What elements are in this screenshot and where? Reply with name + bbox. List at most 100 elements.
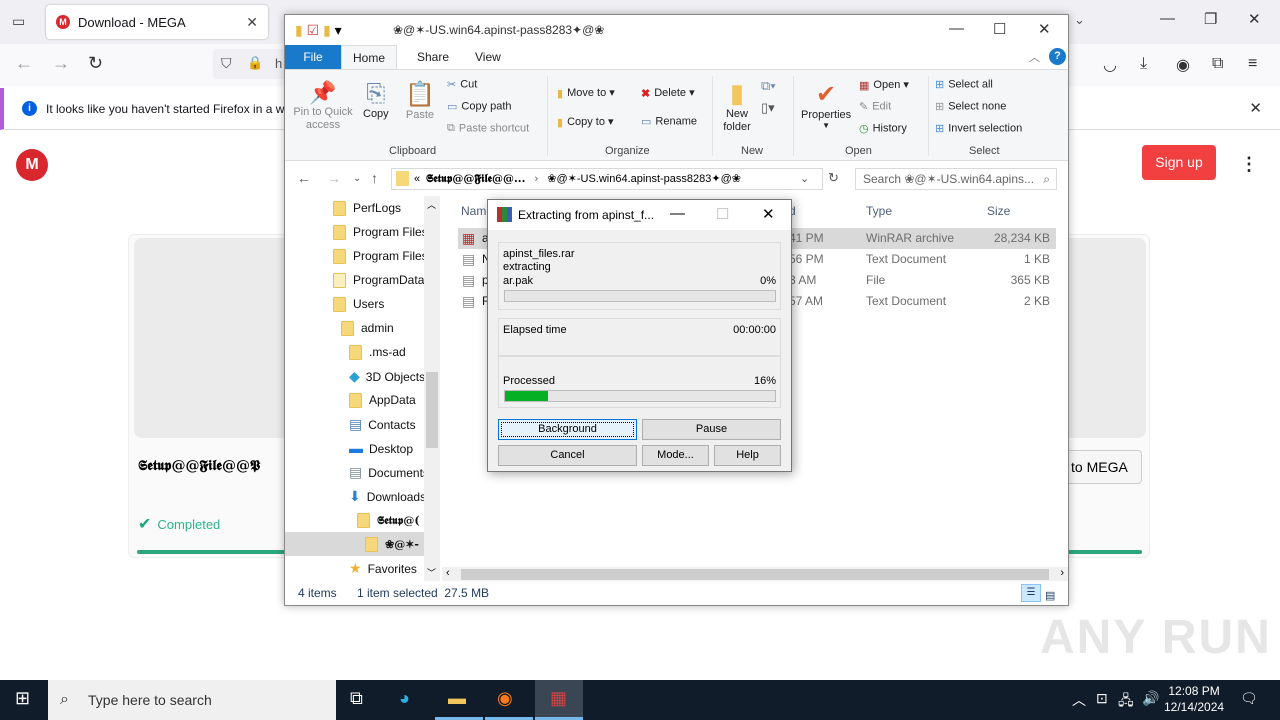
nav-item[interactable]: ▤ Documents xyxy=(349,460,429,484)
nav-item[interactable]: admin xyxy=(341,316,394,340)
shield-icon[interactable]: ⛉ xyxy=(221,55,232,72)
download-icon[interactable]: ⤓ xyxy=(1140,55,1147,73)
breadcrumb-item[interactable]: 𝕾𝖊𝖙𝖚𝖕@@𝕱𝖎𝖑𝖊@@... xyxy=(426,172,525,185)
nav-item[interactable]: ◆ 3D Objects xyxy=(349,364,425,388)
easy-access-icon[interactable]: ▯▾ xyxy=(761,100,775,116)
sign-up-button[interactable]: Sign up xyxy=(1142,145,1216,180)
nav-item[interactable]: Users xyxy=(333,292,384,316)
background-button[interactable]: Background xyxy=(498,419,637,440)
move-to-button[interactable]: ▮ Move to ▾ xyxy=(557,86,615,100)
copy-button[interactable]: ⎘ Copy xyxy=(363,80,389,120)
cut-button[interactable]: ✂ Cut xyxy=(447,78,477,91)
open-button[interactable]: ▦ Open ▾ xyxy=(859,78,909,92)
file-explorer-icon[interactable]: ▬ xyxy=(448,688,466,709)
tab-share[interactable]: Share xyxy=(403,45,463,69)
paste-button[interactable]: 📋 Paste xyxy=(405,80,435,121)
tab-home[interactable]: Home xyxy=(341,45,397,69)
nav-item[interactable]: ProgramData xyxy=(333,268,424,292)
search-input[interactable]: Search ❀@✶-US.win64.apins... ⌕ xyxy=(855,168,1057,190)
cancel-button[interactable]: Cancel xyxy=(498,445,637,466)
delete-button[interactable]: ✖ Delete ▾ xyxy=(641,86,695,100)
select-all-button[interactable]: ⊞ Select all xyxy=(935,78,993,91)
firefox-icon[interactable]: ◉ xyxy=(497,688,513,709)
quick-access-toolbar[interactable]: ▮ ☑ ▮ ▾ xyxy=(295,22,342,39)
nav-item[interactable]: Program Files xyxy=(333,244,428,268)
select-none-button[interactable]: ⊞ Select none xyxy=(935,100,1006,113)
back-icon[interactable]: ← xyxy=(297,170,311,186)
details-view-icon[interactable]: ☰ xyxy=(1021,584,1041,602)
reload-icon[interactable]: ↻ xyxy=(88,53,103,74)
rename-button[interactable]: ▭ Rename xyxy=(641,115,697,128)
large-icons-view-icon[interactable]: ▤ xyxy=(1045,584,1055,608)
winrar-taskbar-button[interactable]: ▦ xyxy=(535,680,583,720)
minimize-icon[interactable]: — xyxy=(670,205,685,222)
webcam-icon[interactable]: ⊡ xyxy=(1096,690,1108,707)
new-folder-button[interactable]: ▮ New folder xyxy=(721,78,753,134)
address-bar[interactable]: « 𝕾𝖊𝖙𝖚𝖕@@𝕱𝖎𝖑𝖊@@... › ❀@✶-US.win64.apinst… xyxy=(391,168,823,190)
copy-path-button[interactable]: ▭ Copy path xyxy=(447,100,512,113)
pocket-icon[interactable]: ◡ xyxy=(1103,55,1117,75)
network-icon[interactable]: 🖧 xyxy=(1118,690,1134,714)
nav-scrollbar-thumb[interactable] xyxy=(426,372,438,448)
browser-tab[interactable]: M Download - MEGA ✕ xyxy=(46,5,268,39)
show-hidden-icons[interactable]: ︿ xyxy=(1072,690,1086,710)
properties-button[interactable]: ✔ Properties ▼ xyxy=(801,80,851,130)
back-icon[interactable]: ← xyxy=(15,53,33,74)
nav-item[interactable]: AppData xyxy=(349,388,416,412)
breadcrumb-item[interactable]: ❀@✶-US.win64.apinst-pass8283✦@❀ xyxy=(547,173,741,185)
forward-icon[interactable]: → xyxy=(52,53,70,74)
new-item-icon[interactable]: ⧉▾ xyxy=(761,78,776,94)
minimize-icon[interactable]: — xyxy=(949,20,964,37)
nav-item[interactable]: ▬ Desktop xyxy=(349,436,413,460)
horizontal-scrollbar-thumb[interactable] xyxy=(461,569,1049,580)
tab-overflow-icon[interactable]: ⌄ xyxy=(1074,12,1085,28)
maximize-icon[interactable]: ☐ xyxy=(993,20,1006,38)
tab-list-icon[interactable]: ▭ xyxy=(12,13,25,30)
edge-icon[interactable]: ◕ xyxy=(399,688,410,709)
help-button[interactable]: Help xyxy=(714,445,781,466)
edit-button[interactable]: ✎ Edit xyxy=(859,100,891,113)
nav-item[interactable]: ❀@✶- xyxy=(285,532,424,556)
restore-icon[interactable]: ❐ xyxy=(1204,10,1217,28)
volume-icon[interactable]: 🔊 xyxy=(1142,690,1159,707)
account-icon[interactable]: ◉ xyxy=(1176,55,1190,75)
mega-logo[interactable]: M xyxy=(16,149,48,181)
nav-item[interactable]: ★ Favorites xyxy=(349,556,417,580)
paste-shortcut-button[interactable]: ⧉ Paste shortcut xyxy=(447,122,529,135)
task-view-icon[interactable]: ⧉ xyxy=(350,688,363,709)
tab-view[interactable]: View xyxy=(461,45,515,69)
url-bar[interactable]: ⛉ 🔒 h xyxy=(213,49,293,79)
nav-item[interactable]: .ms-ad xyxy=(349,340,406,364)
nav-item[interactable]: ⬇ Downloads xyxy=(349,484,426,508)
column-size[interactable]: Size xyxy=(987,204,1010,218)
close-icon[interactable]: ✕ xyxy=(762,205,775,223)
history-button[interactable]: ◷ History xyxy=(859,122,907,135)
tab-close-icon[interactable]: ✕ xyxy=(246,14,258,31)
help-icon[interactable]: ? xyxy=(1049,48,1066,65)
start-icon[interactable]: ⊞ xyxy=(15,688,30,709)
invert-selection-button[interactable]: ⊞ Invert selection xyxy=(935,122,1022,135)
minimize-icon[interactable]: — xyxy=(1160,10,1175,27)
close-window-icon[interactable]: ✕ xyxy=(1248,10,1261,28)
collapse-ribbon-icon[interactable]: ︿ xyxy=(1029,49,1040,65)
breadcrumb-overflow-icon[interactable]: « xyxy=(414,169,420,189)
recent-locations-icon[interactable]: ⌄ xyxy=(353,173,361,184)
lock-icon[interactable]: 🔒 xyxy=(247,55,263,71)
mode-button[interactable]: Mode... xyxy=(642,445,709,466)
more-options-icon[interactable]: ⋮ xyxy=(1240,154,1258,175)
tab-file[interactable]: File xyxy=(285,45,341,69)
column-type[interactable]: Type xyxy=(866,204,892,218)
nav-item[interactable]: ▤ Contacts xyxy=(349,412,416,436)
nav-item[interactable]: 𝕾𝖊𝖙𝖚𝖕@( xyxy=(357,508,420,532)
copy-to-button[interactable]: ▮ Copy to ▾ xyxy=(557,115,614,129)
clock[interactable]: 12:08 PM 12/14/2024 xyxy=(1164,683,1224,715)
pause-button[interactable]: Pause xyxy=(642,419,781,440)
extensions-icon[interactable]: ⧉ xyxy=(1212,55,1223,73)
nav-item[interactable]: Program Files xyxy=(333,220,428,244)
nav-item[interactable]: PerfLogs xyxy=(333,196,401,220)
up-icon[interactable]: ↑ xyxy=(371,170,378,186)
notifications-icon[interactable]: 🗨 xyxy=(1240,690,1258,707)
menu-icon[interactable]: ≡ xyxy=(1248,55,1257,73)
taskbar-search[interactable]: ⌕ Type here to search xyxy=(48,680,336,720)
pin-to-quick-access-button[interactable]: 📌 Pin to Quick access xyxy=(293,80,353,132)
